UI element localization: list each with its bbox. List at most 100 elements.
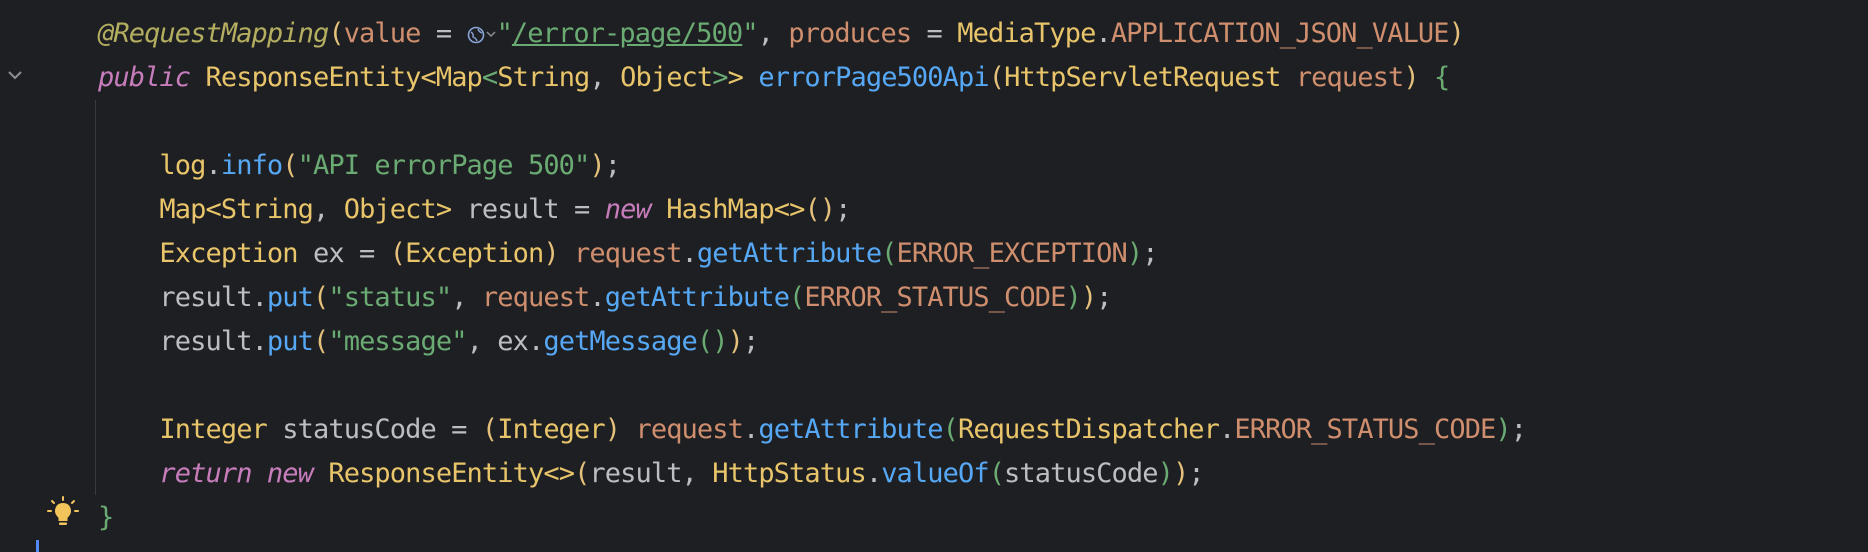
code-line[interactable]: log.info("API errorPage 500"); <box>98 144 621 188</box>
code-token: getAttribute <box>758 414 943 445</box>
code-token: ) <box>1495 414 1511 445</box>
code-token: Integer <box>159 414 267 445</box>
code-token: /error-page/500 <box>511 18 743 49</box>
code-token: ; <box>835 194 851 225</box>
code-token: APPLICATION_JSON_VALUE <box>1110 18 1450 49</box>
code-token: ex <box>497 326 529 357</box>
code-token: ) <box>1126 238 1143 269</box>
code-token: Object <box>620 62 713 93</box>
code-token: "API errorPage 500" <box>297 150 591 181</box>
code-token: " <box>496 18 513 49</box>
code-token: log <box>159 150 206 181</box>
code-token: HashMap <box>666 194 774 225</box>
lightbulb-icon[interactable] <box>46 495 80 529</box>
code-token: getAttribute <box>696 238 882 269</box>
code-line[interactable]: Exception ex = (Exception) request.getAt… <box>98 232 1158 276</box>
code-token: result <box>159 326 252 357</box>
code-line[interactable]: } <box>98 496 114 540</box>
code-token: , <box>313 194 344 225</box>
code-token: , <box>757 18 789 49</box>
code-line[interactable]: @RequestMapping(value = "/error-page/500… <box>98 12 1465 56</box>
code-token: MediaType <box>957 18 1096 49</box>
code-token: . <box>1095 18 1111 49</box>
code-token: ; <box>743 326 759 357</box>
code-token: Object <box>343 194 437 225</box>
code-token: , <box>589 62 621 93</box>
code-token: . <box>205 150 222 181</box>
code-token: ; <box>1096 282 1112 313</box>
code-token: info <box>220 150 283 181</box>
code-token: ( <box>481 414 498 445</box>
code-token: new <box>604 194 652 225</box>
code-token: = <box>911 18 958 49</box>
code-token: ( <box>789 282 805 313</box>
code-token: new <box>266 458 314 489</box>
code-editor[interactable]: @RequestMapping ( value = "/error-page/500… <box>0 0 1868 552</box>
code-token: . <box>589 282 605 313</box>
code-line[interactable]: return new ResponseEntity<>(result, Http… <box>98 452 1204 496</box>
code-token: put <box>266 282 314 313</box>
code-token: ) <box>727 326 744 357</box>
code-token: ) <box>1448 18 1465 49</box>
chevron-down-icon[interactable] <box>4 64 26 86</box>
code-token: > <box>435 194 452 225</box>
code-line[interactable]: Integer statusCode = (Integer) request.g… <box>98 408 1527 452</box>
code-token: ERROR_STATUS_CODE <box>804 282 1066 313</box>
code-token: valueOf <box>881 458 989 489</box>
code-line[interactable]: result.put("message", ex.getMessage()); <box>98 320 759 364</box>
indent-guide <box>95 100 96 495</box>
code-token: result <box>159 282 252 313</box>
code-token: request <box>1295 62 1404 93</box>
code-token: Integer <box>497 414 605 445</box>
code-token: . <box>742 414 759 445</box>
code-token: ( <box>282 150 298 181</box>
code-token: statusCode = <box>266 414 482 445</box>
code-token: ) <box>604 414 621 445</box>
code-token: ) <box>1403 62 1419 93</box>
code-token: ) <box>543 238 559 269</box>
code-token: ( <box>313 282 329 313</box>
code-token: ( <box>389 238 406 269</box>
code-token: < <box>481 62 498 93</box>
code-token: HttpServletRequest <box>1004 62 1281 93</box>
code-token: . <box>865 458 882 489</box>
code-token: ( <box>942 414 959 445</box>
code-token: HttpStatus <box>712 458 866 489</box>
code-token: request <box>574 238 682 269</box>
code-token: ) <box>1065 282 1081 313</box>
code-token: value <box>343 18 422 49</box>
code-token: . <box>528 326 544 357</box>
code-line[interactable]: result.put("status", request.getAttribut… <box>98 276 1112 320</box>
code-token: @RequestMapping <box>98 18 329 49</box>
code-line[interactable]: Map<String, Object> result = new HashMap… <box>98 188 851 232</box>
code-token: ; <box>1188 458 1204 489</box>
code-token: Exception <box>159 238 298 269</box>
code-token: , <box>466 326 498 357</box>
code-token: . <box>1219 414 1235 445</box>
code-token: ; <box>604 150 621 181</box>
code-token: Map <box>159 194 206 225</box>
code-token: . <box>251 326 268 357</box>
change-marker <box>36 540 39 552</box>
code-token: String <box>497 62 590 93</box>
code-token: < <box>205 194 222 225</box>
code-token: > <box>727 62 744 93</box>
code-token: ResponseEntity <box>328 458 544 489</box>
code-line[interactable]: public ResponseEntity<Map<String, Object… <box>98 56 1450 100</box>
globe-icon[interactable] <box>467 18 497 49</box>
code-token: <> <box>543 458 575 489</box>
code-token: produces <box>788 18 912 49</box>
